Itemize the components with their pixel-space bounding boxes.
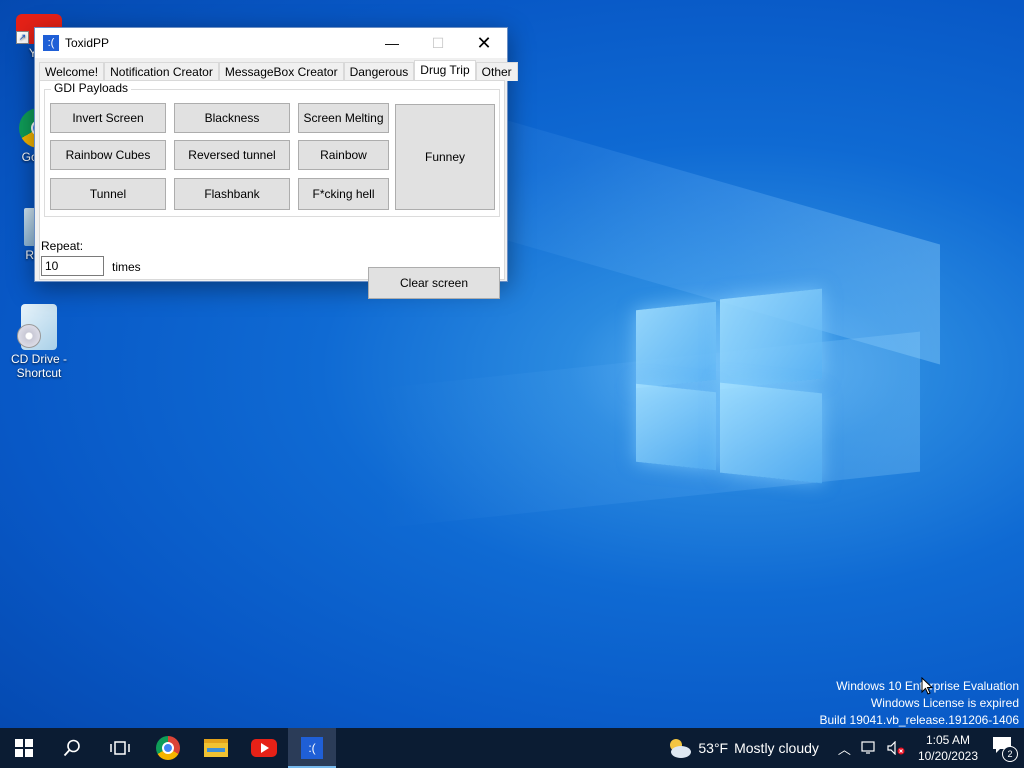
taskbar-toxidpp[interactable]: :( — [288, 728, 336, 768]
taskbar-chrome[interactable] — [144, 728, 192, 768]
volume-muted-icon[interactable] — [887, 741, 905, 755]
folder-icon — [204, 739, 228, 757]
youtube-icon — [251, 739, 277, 757]
rainbow-button[interactable]: Rainbow — [298, 140, 389, 170]
blackness-button[interactable]: Blackness — [174, 103, 290, 133]
action-center-button[interactable]: 2 — [992, 736, 1018, 762]
cloudy-weather-icon — [670, 739, 692, 758]
weather-widget[interactable]: 53°F Mostly cloudy — [666, 737, 819, 759]
taskbar-youtube[interactable] — [240, 728, 288, 768]
watermark-license: Windows License is expired — [870, 696, 1019, 710]
chrome-icon — [156, 736, 180, 760]
mouse-cursor-icon — [921, 677, 933, 695]
repeat-count-input[interactable] — [41, 256, 104, 276]
watermark-build: Build 19041.vb_release.191206-1406 — [819, 713, 1020, 727]
desktop-icon-label: CD Drive - Shortcut — [11, 352, 67, 380]
notification-count-badge: 2 — [1002, 746, 1018, 762]
search-icon — [63, 739, 80, 757]
show-hidden-icons-chevron-up-icon[interactable]: ︿ — [838, 739, 851, 758]
drug-trip-panel: GDI Payloads Invert Screen Blackness Scr… — [39, 80, 505, 299]
cd-drive-icon — [17, 304, 57, 350]
sad-face-app-icon: :( — [301, 737, 323, 759]
clock-date: 10/20/2023 — [917, 749, 978, 763]
flashbank-button[interactable]: Flashbank — [174, 178, 290, 210]
weather-description: Mostly cloudy — [734, 740, 819, 756]
windows-watermark: Windows 10 Enterprise Evaluation Windows… — [820, 678, 1020, 729]
clock[interactable]: 1:05 AM 10/20/2023 — [918, 732, 978, 764]
network-icon[interactable] — [861, 741, 877, 755]
task-view-button[interactable] — [96, 728, 144, 768]
desktop-icon-cd-drive-shortcut[interactable]: CD Drive - Shortcut — [4, 304, 74, 380]
tunnel-button[interactable]: Tunnel — [50, 178, 166, 210]
fcking-hell-button[interactable]: F*cking hell — [298, 178, 389, 210]
windows-logo-wallpaper — [636, 288, 826, 484]
minimize-button[interactable]: — — [369, 28, 415, 58]
sad-face-app-icon: :( — [43, 35, 59, 51]
toxidpp-window: :( ToxidPP — ☐ ✕ Welcome! Notification C… — [34, 27, 518, 299]
group-title: GDI Payloads — [51, 81, 132, 95]
tab-notification-creator[interactable]: Notification Creator — [104, 62, 219, 81]
windows-start-icon — [15, 739, 33, 757]
clock-time: 1:05 AM — [925, 733, 970, 747]
times-label: times — [112, 260, 141, 274]
shortcut-arrow-icon: ↗ — [16, 31, 29, 44]
rainbow-cubes-button[interactable]: Rainbow Cubes — [50, 140, 166, 170]
tab-strip: Welcome! Notification Creator MessageBox… — [39, 60, 518, 82]
gdi-payloads-group: GDI Payloads Invert Screen Blackness Scr… — [44, 81, 500, 217]
maximize-button[interactable]: ☐ — [415, 28, 461, 58]
funney-button[interactable]: Funney — [395, 104, 495, 210]
tab-drug-trip[interactable]: Drug Trip — [414, 60, 476, 82]
tab-messagebox-creator[interactable]: MessageBox Creator — [218, 62, 344, 81]
screen-melting-button[interactable]: Screen Melting — [298, 103, 389, 133]
window-title: ToxidPP — [65, 36, 110, 50]
reversed-tunnel-button[interactable]: Reversed tunnel — [174, 140, 290, 170]
tab-other[interactable]: Other — [475, 62, 518, 81]
weather-temperature: 53°F — [698, 740, 729, 756]
repeat-label: Repeat: — [41, 239, 84, 253]
watermark-edition: Windows 10 Enterprise Evaluation — [836, 679, 1019, 693]
tab-dangerous[interactable]: Dangerous — [343, 62, 415, 81]
task-view-icon — [110, 741, 130, 755]
system-tray: 53°F Mostly cloudy ︿ 1:05 AM 10/20/2023 … — [666, 728, 1024, 768]
close-button[interactable]: ✕ — [461, 28, 507, 58]
taskbar: :( 53°F Mostly cloudy ︿ 1:05 AM 10/20/20… — [0, 728, 1024, 768]
invert-screen-button[interactable]: Invert Screen — [50, 103, 166, 133]
start-button[interactable] — [0, 728, 48, 768]
taskbar-file-explorer[interactable] — [192, 728, 240, 768]
clear-screen-button[interactable]: Clear screen — [368, 267, 500, 299]
search-button[interactable] — [48, 728, 96, 768]
tab-welcome[interactable]: Welcome! — [39, 62, 105, 81]
title-bar[interactable]: :( ToxidPP — ☐ ✕ — [35, 28, 507, 58]
